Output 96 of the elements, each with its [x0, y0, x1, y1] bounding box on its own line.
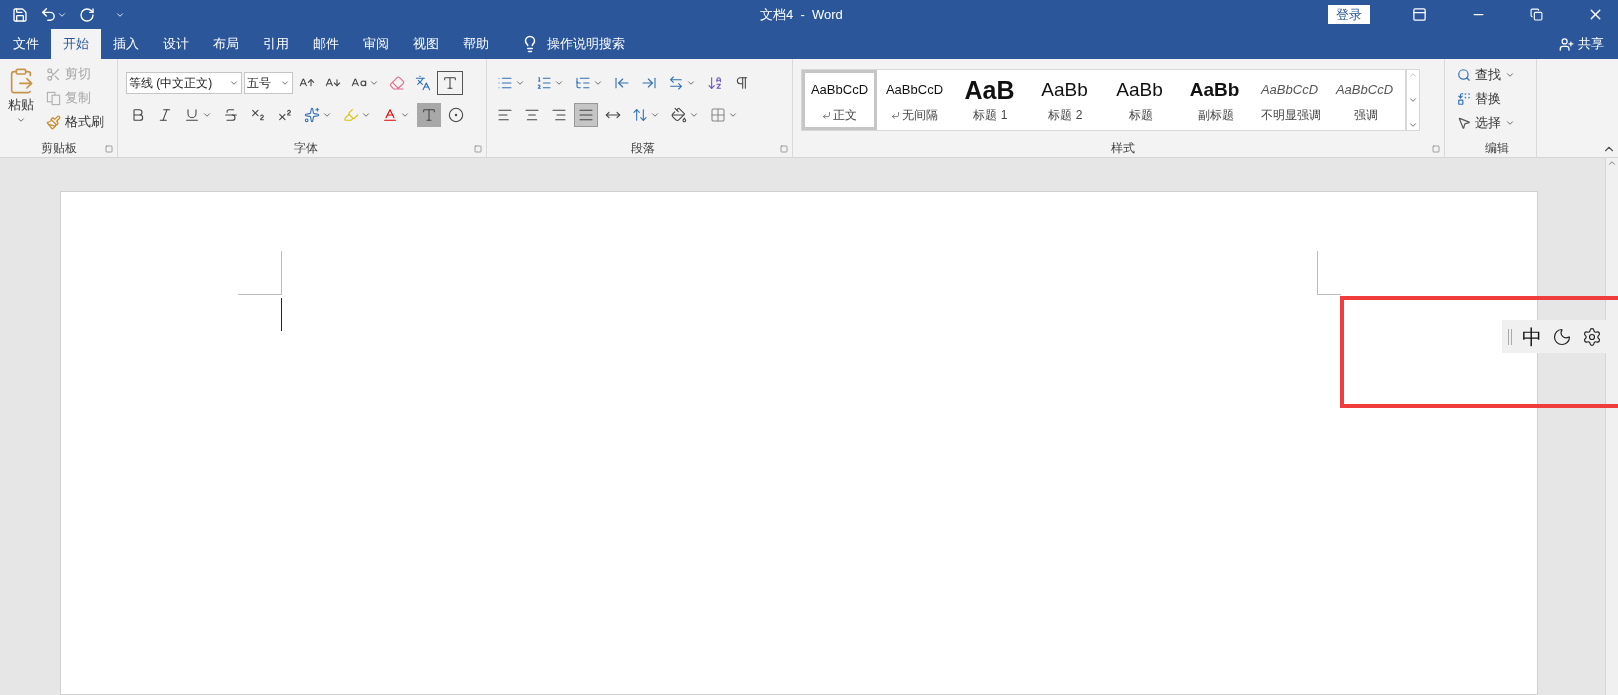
- scroll-up-icon: [1408, 70, 1418, 80]
- clear-formatting-icon: [389, 75, 405, 91]
- font-size-dropdown[interactable]: 五号: [244, 72, 293, 94]
- share-button[interactable]: 共享: [1578, 34, 1604, 54]
- scroll-up-icon: [1607, 158, 1617, 168]
- subscript-icon: [250, 107, 266, 123]
- select-button[interactable]: 选择: [1457, 111, 1536, 135]
- ribbon-tab[interactable]: 文件: [1, 29, 51, 59]
- superscript-icon: [277, 107, 293, 123]
- italic-icon: [157, 107, 173, 123]
- strikethrough-icon: [223, 107, 239, 123]
- scissors-icon: [46, 66, 61, 82]
- brush-icon: [46, 114, 61, 130]
- style-item[interactable]: AaBbCcD 不明显强调: [1252, 70, 1327, 130]
- vertical-scrollbar[interactable]: [1605, 158, 1618, 695]
- caret-icon: [229, 78, 239, 88]
- tell-me-search[interactable]: 操作说明搜索: [547, 34, 625, 54]
- style-item[interactable]: AaB 标题 1: [952, 70, 1027, 130]
- ribbon-tab[interactable]: 布局: [201, 29, 251, 59]
- replace-button[interactable]: 替换: [1457, 87, 1536, 111]
- ribbon-tab[interactable]: 设计: [151, 29, 201, 59]
- highlighter-icon: [343, 107, 359, 123]
- caret-icon: [322, 110, 332, 120]
- repeat-icon[interactable]: [79, 6, 95, 23]
- caret-icon: [650, 110, 660, 120]
- bold-icon: [130, 107, 146, 123]
- paste-button[interactable]: 粘贴: [0, 63, 42, 133]
- style-item[interactable]: AaBbCcD 无间隔: [877, 70, 952, 130]
- scroll-down-icon: [1408, 95, 1418, 105]
- caret-icon: [686, 78, 696, 88]
- ribbon-display-icon[interactable]: [1412, 7, 1427, 22]
- sort-icon: [707, 75, 723, 91]
- undo-icon[interactable]: [40, 6, 57, 23]
- text-cursor: [281, 298, 282, 331]
- crop-mark: [238, 251, 282, 295]
- align-button[interactable]: [574, 103, 598, 127]
- drag-handle-icon[interactable]: [1508, 328, 1512, 345]
- sign-in-button[interactable]: 登录: [1328, 5, 1370, 24]
- group-label: 段落: [630, 140, 655, 157]
- caret-icon: [280, 78, 290, 88]
- replace-icon: [1457, 92, 1471, 106]
- style-item[interactable]: AaBbCcD 强调: [1327, 70, 1402, 130]
- person-icon: [1559, 36, 1574, 52]
- character-border-button[interactable]: [437, 71, 463, 95]
- ribbon-tab[interactable]: 引用: [251, 29, 301, 59]
- moon-icon[interactable]: [1552, 326, 1572, 347]
- show-marks-icon: [734, 75, 750, 91]
- ribbon-tab[interactable]: 邮件: [301, 29, 351, 59]
- caret-icon: [202, 110, 212, 120]
- group-label: 字体: [294, 140, 318, 157]
- multilevel-list-icon: [575, 75, 591, 91]
- caret-icon: [1505, 118, 1515, 128]
- caret-icon: [689, 110, 699, 120]
- input-mode-button[interactable]: 中: [1522, 321, 1542, 352]
- style-item[interactable]: AaBb 标题 2: [1027, 70, 1102, 130]
- paragraph-mark-icon: [891, 110, 900, 120]
- paragraph-mark-icon: [822, 110, 831, 120]
- restore-icon[interactable]: [1530, 8, 1543, 21]
- ribbon-tab[interactable]: 审阅: [351, 29, 401, 59]
- settings-icon[interactable]: [1582, 326, 1602, 347]
- line-spacing-icon: [632, 107, 648, 123]
- caret-icon: [361, 110, 371, 120]
- caret-icon: [728, 110, 738, 120]
- group-label: 剪贴板: [40, 140, 77, 157]
- caret-icon: [554, 78, 564, 88]
- style-item[interactable]: AaBb 副标题: [1177, 70, 1252, 130]
- format-painter-button[interactable]: 格式刷: [46, 111, 104, 133]
- crop-mark: [1317, 251, 1341, 295]
- ribbon-tab[interactable]: 帮助: [451, 29, 501, 59]
- ribbon-tab[interactable]: 视图: [401, 29, 451, 59]
- ribbon-tab[interactable]: 插入: [101, 29, 151, 59]
- underline-icon: [184, 107, 200, 123]
- save-icon[interactable]: [12, 6, 28, 23]
- style-item[interactable]: AaBbCcD 正文: [802, 70, 877, 130]
- caret-icon: [515, 78, 525, 88]
- find-button[interactable]: 查找: [1457, 63, 1536, 87]
- style-item[interactable]: AaBb 标题: [1102, 70, 1177, 130]
- ribbon-tab[interactable]: 开始: [51, 29, 101, 59]
- increase-indent-icon: [641, 75, 657, 91]
- caret-icon: [400, 110, 410, 120]
- bullets-icon: [497, 75, 513, 91]
- caret-icon: [1505, 70, 1515, 80]
- caret-icon: [369, 78, 379, 88]
- search-icon: [1457, 68, 1471, 82]
- font-name-dropdown[interactable]: 等线 (中文正文): [126, 72, 242, 94]
- decrease-indent-icon: [614, 75, 630, 91]
- group-label: 编辑: [1484, 140, 1509, 157]
- more-icon: [1408, 120, 1418, 130]
- window-title: 文档4 - Word: [760, 5, 843, 24]
- caret-icon: [593, 78, 603, 88]
- pointer-icon: [1457, 116, 1471, 130]
- font-color-icon: [382, 107, 398, 123]
- copy-icon: [46, 90, 61, 106]
- borders-icon: [710, 107, 726, 123]
- numbering-icon: [536, 75, 552, 91]
- group-label: 样式: [1110, 140, 1135, 157]
